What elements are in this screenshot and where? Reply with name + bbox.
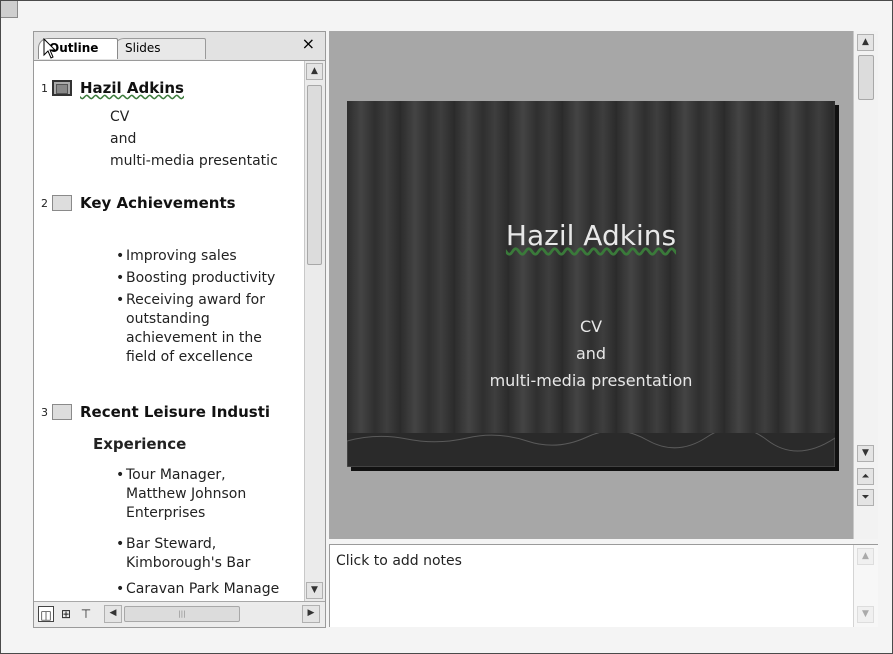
scroll-up-arrow-icon[interactable]: ▲ [857,548,874,565]
window-corner [1,1,18,18]
outline-slide-1[interactable]: 1 Hazil Adkins [34,79,184,97]
slide-title: Recent Leisure Industi [80,403,271,421]
notes-scrollbar[interactable]: ▲ ▼ [853,545,878,627]
slide-sorter-icon[interactable]: ⊞ [58,606,74,622]
slide-number: 1 [41,81,48,95]
slide-editing-area[interactable]: Hazil Adkins CV and multi-media presenta… [329,31,853,539]
slide-title-continued: Experience [93,435,187,453]
subtitle-line: CV [579,317,603,336]
view-toolbar: ◫ ⊞ ⊤ ◀ ||| ▶ [34,601,325,627]
previous-slide-icon[interactable]: ⏶ [857,468,874,485]
mouse-cursor-icon [43,38,57,59]
scroll-left-arrow-icon[interactable]: ◀ [104,605,122,623]
outline-horizontal-scrollbar[interactable]: ◀ ||| ▶ [104,605,320,623]
scrollbar-thumb[interactable] [858,55,874,100]
outline-slide-2[interactable]: 2 Key Achievements [34,194,236,212]
stage-floor [347,433,835,467]
slide-number: 3 [41,405,48,419]
slide-icon[interactable] [52,80,72,96]
horizontal-scrollbar-thumb[interactable]: ||| [124,606,240,622]
slide-icon[interactable] [52,404,72,420]
slide-vertical-scrollbar[interactable]: ▲ ▼ ⏶ ⏷ [853,31,878,539]
scroll-up-arrow-icon[interactable]: ▲ [857,34,874,51]
outline-text-line: multi-media presentatic [110,153,278,169]
outline-text-line: and [110,131,137,147]
scrollbar-thumb[interactable] [307,85,322,265]
outline-vertical-scrollbar[interactable]: ▲ ▼ [304,61,325,601]
normal-view-icon[interactable]: ◫ [38,606,54,622]
curtain-background [347,101,835,467]
powerpoint-window: Outline Slides × 1 Hazil Adkins CV and m… [0,0,893,654]
outline-content[interactable]: 1 Hazil Adkins CV and multi-media presen… [34,61,304,601]
slide-number: 2 [41,196,48,210]
outline-bullet-text: Bar Steward, Kimborough's Bar [126,536,251,571]
outline-bullet: Caravan Park Manage [116,580,301,599]
close-pane-icon[interactable]: × [302,36,315,52]
outline-slides-pane: Outline Slides × 1 Hazil Adkins CV and m… [33,31,326,628]
notes-pane[interactable]: Click to add notes ▲ ▼ [329,544,878,627]
outline-bullet: Boosting productivity [116,269,301,288]
outline-bullet: Improving sales [116,247,301,266]
scroll-up-arrow-icon[interactable]: ▲ [306,63,323,80]
tab-slides[interactable]: Slides [114,38,206,59]
outline-text-line: CV [110,109,130,125]
outline-bullet: Bar Steward, Kimborough's Bar [116,535,296,573]
slide-icon[interactable] [52,195,72,211]
slide-subtitle-placeholder[interactable]: CV and multi-media presentation [347,313,835,394]
subtitle-line: multi-media presentation [489,371,693,390]
scroll-down-arrow-icon[interactable]: ▼ [306,582,323,599]
outline-bullet: Receiving award for outstanding achievem… [116,291,296,367]
current-slide[interactable]: Hazil Adkins CV and multi-media presenta… [347,101,835,467]
pane-tab-strip: Outline Slides × [34,32,325,61]
outline-slide-3[interactable]: 3 Recent Leisure Industi [34,403,270,421]
scroll-down-arrow-icon[interactable]: ▼ [857,445,874,462]
slide-title-text: Hazil Adkins [505,219,677,252]
scroll-down-arrow-icon[interactable]: ▼ [857,606,874,623]
slide-title-placeholder[interactable]: Hazil Adkins [347,219,835,252]
scroll-right-arrow-icon[interactable]: ▶ [302,605,320,623]
next-slide-icon[interactable]: ⏷ [857,489,874,506]
outline-bullet: Tour Manager, Matthew Johnson Enterprise… [116,466,286,523]
subtitle-line: and [575,344,607,363]
slide-show-icon[interactable]: ⊤ [78,606,94,622]
notes-placeholder[interactable]: Click to add notes [336,553,462,569]
slide-title: Key Achievements [80,194,236,212]
slide-title: Hazil Adkins [80,79,184,97]
